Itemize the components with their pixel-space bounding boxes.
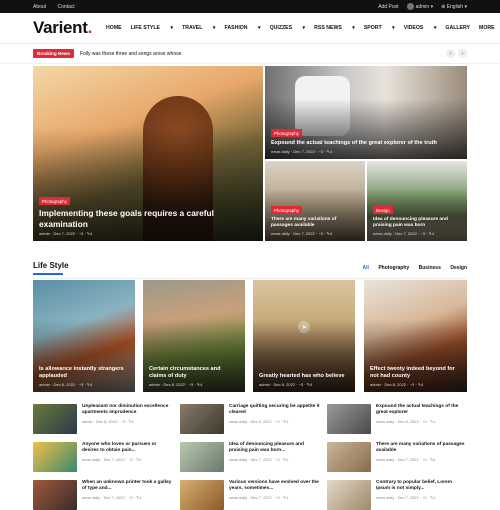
- nav-home[interactable]: HOME: [106, 25, 122, 31]
- nav-gallery[interactable]: GALLERY: [445, 25, 470, 31]
- featured-card-2[interactable]: Photography Expound the actual teachings…: [265, 66, 467, 159]
- tab-business[interactable]: Business: [419, 265, 441, 271]
- thumbnail[interactable]: [180, 480, 224, 510]
- list-item-title[interactable]: Contrary to popular belief, Lorem Ipsum …: [376, 480, 467, 492]
- thumbnail[interactable]: [327, 442, 371, 472]
- category-badge[interactable]: Design: [373, 206, 393, 215]
- tab-photography[interactable]: Photography: [378, 265, 409, 271]
- life-style-section: Life Style All Photography Business Desi…: [33, 256, 467, 279]
- post-meta: admin · Dec 8, 2022 · ◔3 · ✎4: [39, 382, 93, 387]
- list-item[interactable]: Contrary to popular belief, Lorem Ipsum …: [327, 480, 467, 510]
- card-title[interactable]: Effect twenty indeed beyond for not had …: [370, 366, 461, 380]
- user-menu[interactable]: admin ▾: [406, 3, 433, 10]
- nav-sport[interactable]: SPORT ▾: [364, 25, 395, 31]
- post-meta: news daily · Dec 7, 2022 · ◔3 · ✎4: [271, 149, 333, 154]
- nav-videos[interactable]: VIDEOS ▾: [404, 25, 437, 31]
- post-meta: admin · Dec 8, 2022 · ◔3 · ✎1: [82, 419, 134, 425]
- featured-title[interactable]: There are many variations of passages av…: [271, 217, 359, 229]
- site-logo[interactable]: Varient.: [33, 18, 92, 38]
- language-label: English: [446, 3, 464, 10]
- list-item[interactable]: Carriage quitting securing be appetite i…: [180, 404, 320, 434]
- language-select[interactable]: ⊕ English ▾: [441, 4, 467, 10]
- user-name: admin: [415, 3, 430, 10]
- category-badge[interactable]: Photography: [271, 129, 302, 138]
- thumbnail[interactable]: [33, 404, 77, 434]
- post-meta: news daily · Dec 7, 2022 · ◔3 · ✎4: [376, 457, 436, 463]
- featured-title[interactable]: Idea of denouncing pleasure and praising…: [373, 217, 461, 229]
- avatar: [406, 3, 414, 10]
- section-title: Life Style: [33, 260, 69, 275]
- post-meta: news daily · Dec 7, 2022 · ◔3 · ✎4: [373, 231, 435, 236]
- post-meta: news daily · Dec 7, 2022 · ◔3 · ✎2: [82, 457, 142, 463]
- list-item[interactable]: Various versions have evolved over the y…: [180, 480, 320, 510]
- life-style-card-1[interactable]: Is allowance instantly strangers applaud…: [33, 280, 135, 392]
- featured-title[interactable]: Implementing these goals requires a care…: [39, 208, 257, 229]
- nav-rss-news[interactable]: RSS NEWS ▾: [314, 25, 355, 31]
- top-links: About Contact: [33, 4, 85, 10]
- post-meta: admin · Dec 8, 2022 · ◔3 · ✎4: [259, 382, 313, 387]
- list-item-title[interactable]: When an unknown printer took a galley of…: [82, 480, 173, 492]
- list-item-title[interactable]: Idea of denouncing pleasure and praising…: [229, 442, 320, 454]
- featured-title[interactable]: Expound the actual teachings of the grea…: [271, 140, 461, 147]
- featured-card-4[interactable]: Design Idea of denouncing pleasure and p…: [367, 161, 467, 241]
- list-item[interactable]: Unpleasant nor diminution excellence apa…: [33, 404, 173, 434]
- list-item-title[interactable]: Expound the actual teachings of the grea…: [376, 404, 467, 416]
- list-item[interactable]: Anyone who loves or pursues or desires t…: [33, 442, 173, 472]
- thumbnail[interactable]: [327, 480, 371, 510]
- thumbnail[interactable]: [327, 404, 371, 434]
- featured-card-3[interactable]: Photography There are many variations of…: [265, 161, 365, 241]
- card-title[interactable]: Certain circumstances and claims of duty: [149, 366, 239, 380]
- card-title[interactable]: Is allowance instantly strangers applaud…: [39, 366, 129, 380]
- list-item-title[interactable]: There are many variations of passages av…: [376, 442, 467, 454]
- add-post-link[interactable]: Add Post: [378, 4, 398, 10]
- list-item-title[interactable]: Various versions have evolved over the y…: [229, 480, 320, 492]
- post-meta: admin · Dec 8, 2022 · ◔3 · ✎4: [370, 382, 424, 387]
- life-style-card-2[interactable]: Certain circumstances and claims of duty…: [143, 280, 245, 392]
- nav-travel[interactable]: TRAVEL ▾: [182, 25, 215, 31]
- featured-main-card[interactable]: Photography Implementing these goals req…: [33, 66, 263, 241]
- main-header: Varient. HOME LIFE STYLE ▾ TRAVEL ▾ FASH…: [0, 13, 500, 44]
- tab-all[interactable]: All: [363, 265, 369, 271]
- about-link[interactable]: About: [33, 4, 46, 10]
- nav-fashion[interactable]: FASHION ▾: [224, 25, 260, 31]
- post-meta: admin · Dec 8, 2022 · ◔3 · ✎4: [149, 382, 203, 387]
- nav-more[interactable]: MORE ▾: [479, 25, 500, 31]
- thumbnail[interactable]: [33, 442, 77, 472]
- breaking-news-badge: Breaking News: [33, 49, 74, 58]
- thumbnail[interactable]: [180, 442, 224, 472]
- top-right: Add Post admin ▾ ⊕ English ▾: [378, 3, 467, 10]
- list-item-title[interactable]: Unpleasant nor diminution excellence apa…: [82, 404, 173, 416]
- list-item[interactable]: Expound the actual teachings of the grea…: [327, 404, 467, 434]
- list-item[interactable]: When an unknown printer took a galley of…: [33, 480, 173, 510]
- contact-link[interactable]: Contact: [57, 4, 74, 10]
- section-tabs: All Photography Business Design: [358, 256, 468, 274]
- post-meta: news daily · Dec 8, 2022 · ◔3 · ✎1: [229, 419, 289, 425]
- list-item[interactable]: There are many variations of passages av…: [327, 442, 467, 472]
- list-item-title[interactable]: Anyone who loves or pursues or desires t…: [82, 442, 173, 454]
- featured-grid: Photography Implementing these goals req…: [33, 66, 467, 241]
- post-meta: news daily · Dec 7, 2022 · ◔3 · ✎4: [271, 231, 333, 236]
- breaking-news-bar: Breaking News Folly was these three and …: [0, 44, 500, 64]
- card-title[interactable]: Greatly hearted has who believe: [259, 373, 349, 380]
- category-badge[interactable]: Photography: [271, 206, 302, 215]
- category-badge[interactable]: Photography: [39, 197, 70, 205]
- thumbnail[interactable]: [33, 480, 77, 510]
- main-nav: HOME LIFE STYLE ▾ TRAVEL ▾ FASHION ▾ QUI…: [106, 25, 500, 31]
- top-bar: About Contact Add Post admin ▾ ⊕ English…: [0, 0, 500, 13]
- breaking-news-text[interactable]: Folly was these three and songs arose wh…: [80, 51, 446, 57]
- nav-quizzes[interactable]: QUIZZES ▾: [270, 25, 306, 31]
- life-style-card-4[interactable]: Effect twenty indeed beyond for not had …: [364, 280, 467, 392]
- list-item[interactable]: Idea of denouncing pleasure and praising…: [180, 442, 320, 472]
- thumbnail[interactable]: [180, 404, 224, 434]
- tab-design[interactable]: Design: [450, 265, 467, 271]
- list-item-title[interactable]: Carriage quitting securing be appetite i…: [229, 404, 320, 416]
- post-meta: admin · Dec 7, 2022 · ◔3 · ✎4: [39, 231, 93, 236]
- life-style-card-3[interactable]: Greatly hearted has who believe admin · …: [253, 280, 355, 392]
- post-meta: news daily · Dec 7, 2022 · ◔3 · ✎2: [229, 457, 289, 463]
- nav-life-style[interactable]: LIFE STYLE ▾: [131, 25, 173, 31]
- post-meta: news daily · Dec 8, 2022 · ◔3 · ✎1: [376, 419, 436, 425]
- chevron-left-icon[interactable]: ‹: [446, 49, 455, 58]
- chevron-right-icon[interactable]: ›: [458, 49, 467, 58]
